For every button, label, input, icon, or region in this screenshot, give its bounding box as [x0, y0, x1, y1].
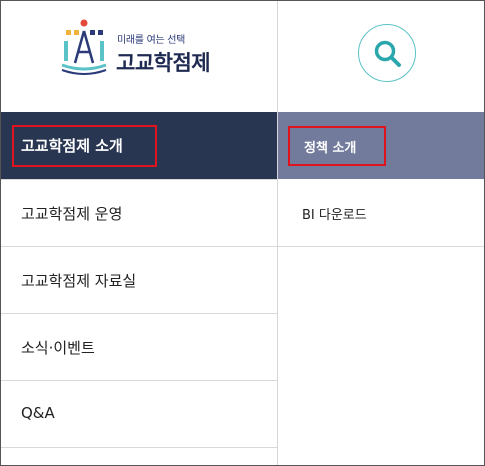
logo[interactable]: 미래를 여는 선택 고교학점제 — [1, 1, 277, 111]
menu-item-label: Q&A — [21, 404, 55, 422]
submenu-item-label: BI 다운로드 — [302, 208, 367, 223]
logo-tagline: 미래를 여는 선택 — [117, 35, 186, 46]
menu-item-operation[interactable]: 고교학점제 운영 — [1, 179, 277, 246]
search-icon — [374, 40, 401, 67]
highlight-box-sub — [288, 126, 386, 166]
logo-name: 고교학점제 — [116, 51, 211, 75]
logo-mark-icon — [61, 19, 107, 75]
mobile-menu-panel: 미래를 여는 선택 고교학점제 고교학점제 소개 고교학점제 운영 고교학점제 … — [0, 0, 485, 466]
search-area — [278, 1, 484, 111]
menu-item-qna[interactable]: Q&A — [1, 380, 277, 447]
menu-divider — [1, 447, 277, 465]
menu-item-resources[interactable]: 고교학점제 자료실 — [1, 246, 277, 313]
submenu-divider — [278, 246, 484, 247]
submenu-item-bi-download[interactable]: BI 다운로드 — [278, 179, 484, 246]
highlight-box-main — [12, 125, 157, 167]
menu-item-label: 고교학점제 운영 — [21, 205, 123, 223]
menu-item-news-events[interactable]: 소식·이벤트 — [1, 313, 277, 380]
search-button[interactable] — [358, 24, 416, 82]
menu-item-label: 소식·이벤트 — [21, 339, 95, 357]
sub-menu-column: 정책 소개 BI 다운로드 — [278, 1, 484, 465]
menu-item-label: 고교학점제 자료실 — [21, 272, 137, 290]
main-menu-column: 미래를 여는 선택 고교학점제 고교학점제 소개 고교학점제 운영 고교학점제 … — [1, 1, 278, 465]
